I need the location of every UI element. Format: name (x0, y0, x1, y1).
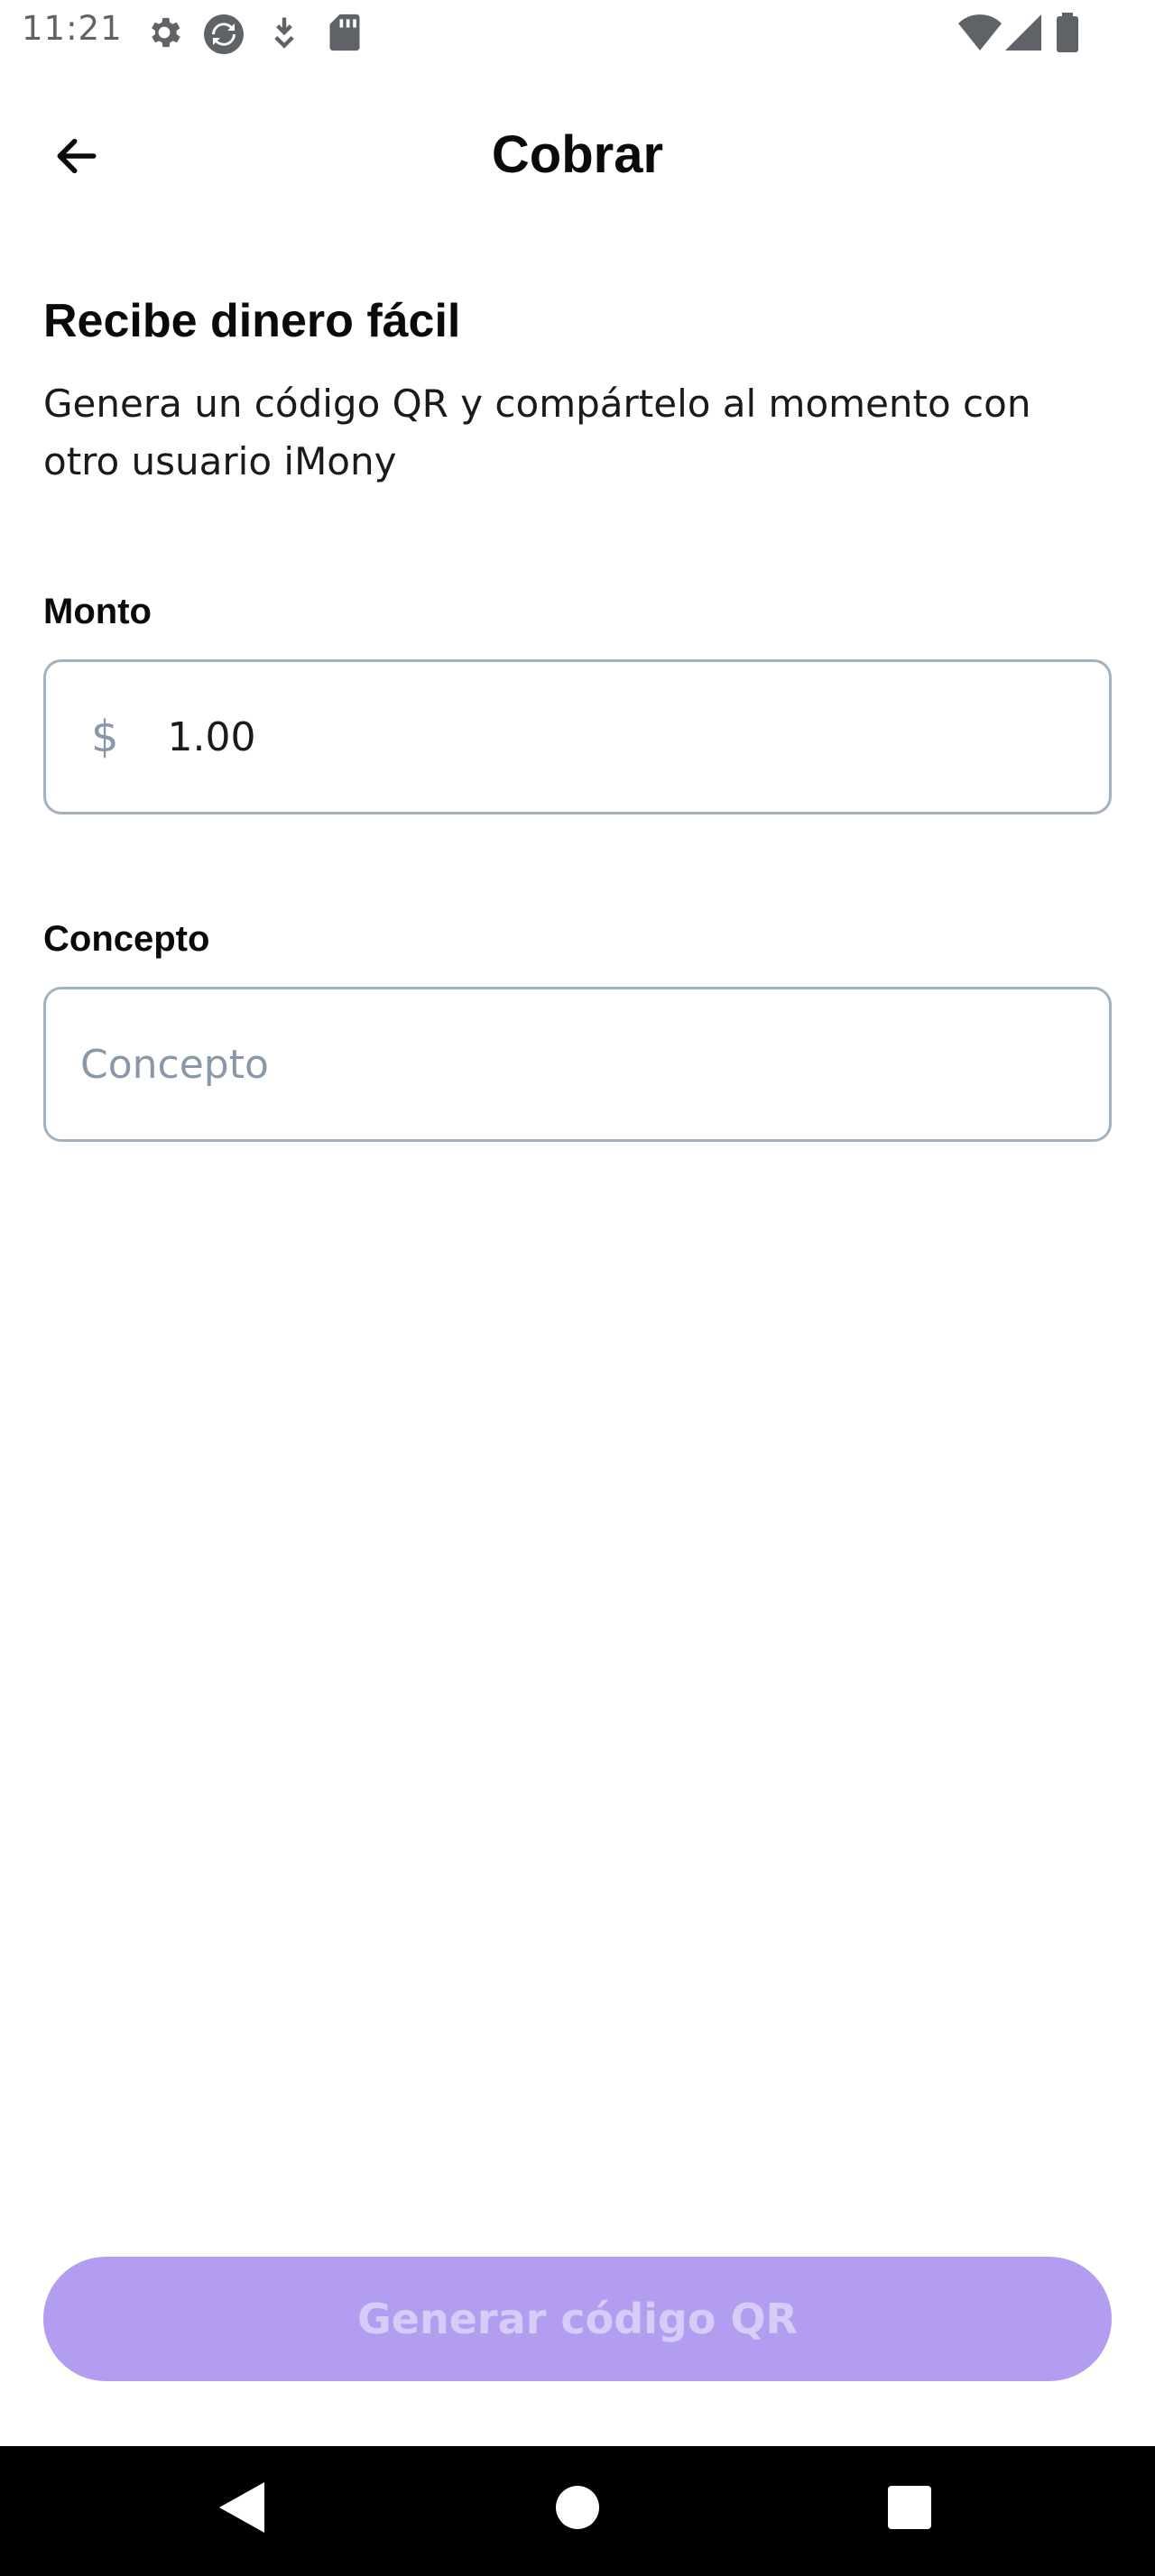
concept-label: Concepto (43, 919, 210, 959)
app-bar: Cobrar (0, 90, 1155, 225)
battery-icon (1056, 13, 1079, 52)
sd-card-icon (328, 13, 361, 52)
nav-recents-button[interactable] (873, 2473, 946, 2545)
concept-field[interactable] (43, 987, 1112, 1142)
generate-qr-button[interactable]: Generar código QR (43, 2257, 1112, 2381)
home-circle-icon (556, 2485, 599, 2534)
sync-app-icon (202, 13, 245, 56)
navigation-bar (0, 2446, 1155, 2576)
wifi-icon (958, 14, 1002, 51)
recents-square-icon (888, 2485, 931, 2534)
status-time: 11:21 (22, 9, 123, 48)
status-bar: 11:21 (0, 0, 1155, 65)
signal-icon (1005, 14, 1041, 51)
nav-back-button[interactable] (206, 2473, 278, 2545)
amount-input[interactable] (167, 662, 1070, 812)
gear-icon (144, 13, 184, 52)
concept-input[interactable] (80, 989, 983, 1139)
page-title: Cobrar (491, 125, 664, 184)
back-triangle-icon (219, 2481, 264, 2537)
section-heading: Recibe dinero fácil (43, 295, 461, 347)
screen: 11:21 Cobrar Recibe dinero fácil Genera … (0, 0, 1155, 2576)
currency-symbol: $ (91, 712, 119, 762)
amount-field[interactable]: $ (43, 659, 1112, 814)
download-icon (269, 13, 300, 52)
nav-home-button[interactable] (541, 2473, 614, 2545)
amount-label: Monto (43, 592, 152, 631)
section-subtitle: Genera un código QR y compártelo al mome… (43, 382, 1031, 483)
